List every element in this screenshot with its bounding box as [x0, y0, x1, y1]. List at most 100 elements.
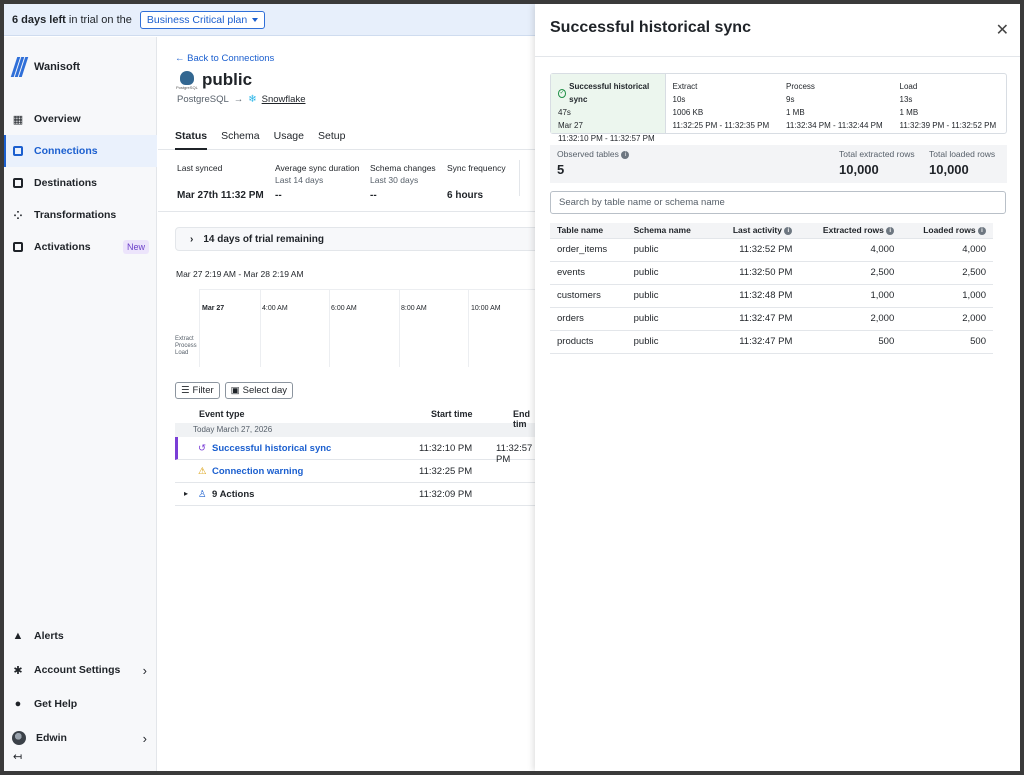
- sync-timeline: Mar 27 4:00 AM 6:00 AM 8:00 AM 10:00 AM …: [175, 289, 535, 367]
- calendar-icon: ▣: [230, 385, 240, 396]
- sidebar-item-label: Activations: [34, 241, 91, 253]
- close-icon[interactable]: ✕: [996, 20, 1009, 40]
- tables-table: Table name Schema name Last activity i E…: [550, 223, 993, 354]
- info-icon: i: [886, 227, 895, 235]
- wanisoft-logo-icon: [10, 57, 29, 77]
- tab-status[interactable]: Status: [175, 122, 208, 150]
- events-table-header: Event type Start time End tim: [175, 405, 535, 429]
- info-icon: ●: [14, 698, 22, 710]
- expand-chevron-icon[interactable]: ▸: [184, 489, 188, 498]
- column-header[interactable]: Schema name: [626, 223, 712, 239]
- sidebar: Wanisoft ▦ Overview Connections Destinat…: [4, 37, 157, 771]
- column-header[interactable]: Extracted rows i: [799, 223, 902, 239]
- event-start: 11:32:25 PM: [419, 466, 473, 477]
- check-circle-icon: ✓: [558, 88, 567, 98]
- sidebar-item-get-help[interactable]: ● Get Help: [4, 687, 157, 721]
- sidebar-item-overview[interactable]: ▦ Overview: [4, 103, 157, 135]
- arrow-right-icon: →: [233, 94, 244, 105]
- activation-icon: [12, 241, 24, 253]
- trial-remaining-panel[interactable]: › 14 days of trial remaining: [175, 227, 535, 251]
- app-window: 6 days left in trial on the Business Cri…: [4, 4, 1020, 771]
- plan-dropdown[interactable]: Business Critical plan: [139, 10, 266, 29]
- tab-setup[interactable]: Setup: [318, 122, 345, 150]
- table-row[interactable]: events public 11:32:50 PM 2,500 2,500: [550, 261, 993, 285]
- gridline: [329, 289, 330, 367]
- drawer-header: Successful historical sync ✕: [535, 4, 1020, 57]
- sidebar-item-label: Get Help: [34, 698, 78, 710]
- plan-label: Business Critical plan: [146, 13, 248, 26]
- event-row-connection-warning[interactable]: ⚠ Connection warning 11:32:25 PM: [175, 460, 535, 483]
- sidebar-item-label: Transformations: [34, 209, 117, 221]
- sidebar-item-transformations[interactable]: ⁘ Transformations: [4, 199, 157, 231]
- tab-schema[interactable]: Schema: [221, 122, 260, 150]
- sync-stats: Last synced Mar 27th 11:32 PM Average sy…: [158, 150, 535, 212]
- destination-icon: [12, 177, 24, 189]
- select-day-button[interactable]: ▣ Select day: [224, 382, 294, 399]
- divider: [519, 160, 520, 196]
- sidebar-item-label: Destinations: [34, 177, 98, 189]
- sidebar-nav: ▦ Overview Connections Destinations ⁘ Tr…: [4, 103, 157, 263]
- timeline-range: Mar 27 2:19 AM - Mar 28 2:19 AM: [176, 269, 304, 279]
- event-type[interactable]: Successful historical sync: [212, 443, 331, 454]
- collapse-sidebar-icon[interactable]: ↤: [13, 750, 22, 763]
- trial-banner: 6 days left in trial on the Business Cri…: [4, 4, 535, 36]
- gridline: [260, 289, 261, 367]
- connection-detail: ← Back to Connections PostgreSQL public …: [158, 37, 535, 771]
- column-header[interactable]: Start time: [431, 409, 473, 419]
- title-row: PostgreSQL public: [176, 70, 252, 90]
- event-start: 11:32:10 PM: [419, 443, 473, 454]
- chevron-right-icon: ›: [142, 662, 147, 678]
- info-icon: i: [621, 150, 630, 159]
- table-row[interactable]: order_items public 11:32:52 PM 4,000 4,0…: [550, 238, 993, 262]
- connection-route: PostgreSQL → ❄ Snowflake: [177, 94, 305, 105]
- sidebar-item-account-settings[interactable]: ✱ Account Settings ›: [4, 653, 157, 687]
- event-type[interactable]: Connection warning: [212, 466, 303, 477]
- filter-icon: ☰: [181, 385, 190, 396]
- snowflake-icon: ❄: [248, 94, 257, 105]
- table-row[interactable]: customers public 11:32:48 PM 1,000 1,000: [550, 284, 993, 308]
- brand[interactable]: Wanisoft: [10, 57, 81, 77]
- column-header[interactable]: Loaded rows i: [901, 223, 993, 239]
- table-search-input[interactable]: [550, 191, 1006, 214]
- column-header[interactable]: Last activity i: [711, 223, 800, 239]
- step-summary: ✓ Successful historical sync 47s Mar 27 1…: [551, 74, 666, 143]
- sidebar-item-label: Connections: [34, 145, 98, 157]
- table-row[interactable]: orders public 11:32:47 PM 2,000 2,000: [550, 307, 993, 331]
- source-name: PostgreSQL: [177, 94, 229, 105]
- table-row[interactable]: products public 11:32:47 PM 500 500: [550, 330, 993, 354]
- timeline-tick: 6:00 AM: [331, 305, 357, 312]
- back-to-connections-link[interactable]: ← Back to Connections: [175, 53, 274, 64]
- trial-banner-text: in trial on the: [68, 13, 132, 26]
- drawer-title: Successful historical sync: [550, 19, 751, 36]
- brand-name: Wanisoft: [34, 61, 81, 73]
- filter-button[interactable]: ☰ Filter: [175, 382, 220, 399]
- tab-usage[interactable]: Usage: [274, 122, 304, 150]
- event-start: 11:32:09 PM: [419, 489, 473, 500]
- sidebar-item-user[interactable]: Edwin ›: [4, 721, 157, 755]
- timeline-tick: Mar 27: [202, 305, 225, 312]
- event-row-actions[interactable]: ▸ ♙ 9 Actions 11:32:09 PM: [175, 483, 535, 506]
- sidebar-item-label: Overview: [34, 113, 81, 125]
- destination-link[interactable]: Snowflake: [262, 94, 306, 105]
- sync-detail-drawer: Successful historical sync ✕ ✓ Successful…: [535, 4, 1020, 771]
- total-extracted-rows: Total extracted rows 10,000: [839, 149, 915, 177]
- observed-tables: Observed tables i 5: [557, 149, 630, 177]
- column-header[interactable]: Table name: [550, 223, 627, 239]
- user-icon: ♙: [198, 489, 207, 500]
- timeline-tick: 8:00 AM: [401, 305, 427, 312]
- new-badge: New: [122, 240, 149, 254]
- sidebar-item-activations[interactable]: Activations New: [4, 231, 157, 263]
- event-toolbar: ☰ Filter ▣ Select day: [175, 382, 294, 399]
- column-header[interactable]: Event type: [199, 409, 245, 419]
- postgresql-logo-icon: PostgreSQL: [176, 71, 198, 90]
- sidebar-item-connections[interactable]: Connections: [4, 135, 157, 167]
- gear-icon: ✱: [13, 664, 23, 677]
- info-icon: i: [978, 227, 986, 235]
- sync-steps: ✓ Successful historical sync 47s Mar 27 1…: [550, 73, 1007, 143]
- step-process: Process 9s 1 MB 11:32:34 PM - 11:32:44 P…: [786, 82, 883, 130]
- event-row-historical-sync[interactable]: ↺ Successful historical sync 11:32:10 PM…: [175, 437, 535, 465]
- sidebar-item-destinations[interactable]: Destinations: [4, 167, 157, 199]
- sidebar-item-alerts[interactable]: ▲ Alerts: [4, 619, 157, 653]
- column-header[interactable]: End tim: [513, 409, 535, 429]
- warning-icon: ⚠: [198, 466, 207, 477]
